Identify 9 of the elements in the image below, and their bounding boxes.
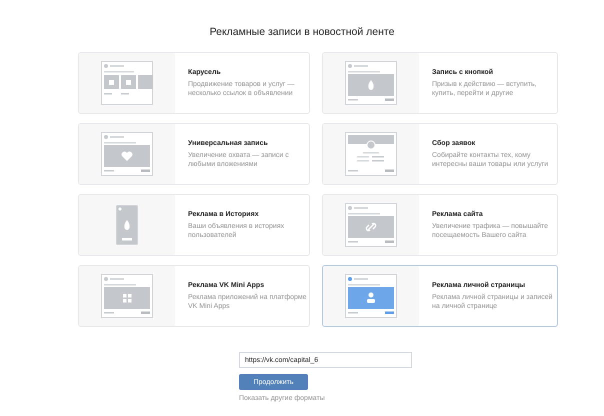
carousel-preview-icon (101, 61, 153, 105)
post-preview-icon (345, 274, 397, 318)
story-preview-icon (116, 205, 138, 245)
post-preview-icon (345, 203, 397, 247)
form-preview-icon (345, 132, 397, 176)
page-title: Рекламные записи в новостной ленте (208, 26, 396, 38)
post-preview-icon (101, 132, 153, 176)
post-preview-icon (345, 61, 397, 105)
post-preview-icon (101, 274, 153, 318)
